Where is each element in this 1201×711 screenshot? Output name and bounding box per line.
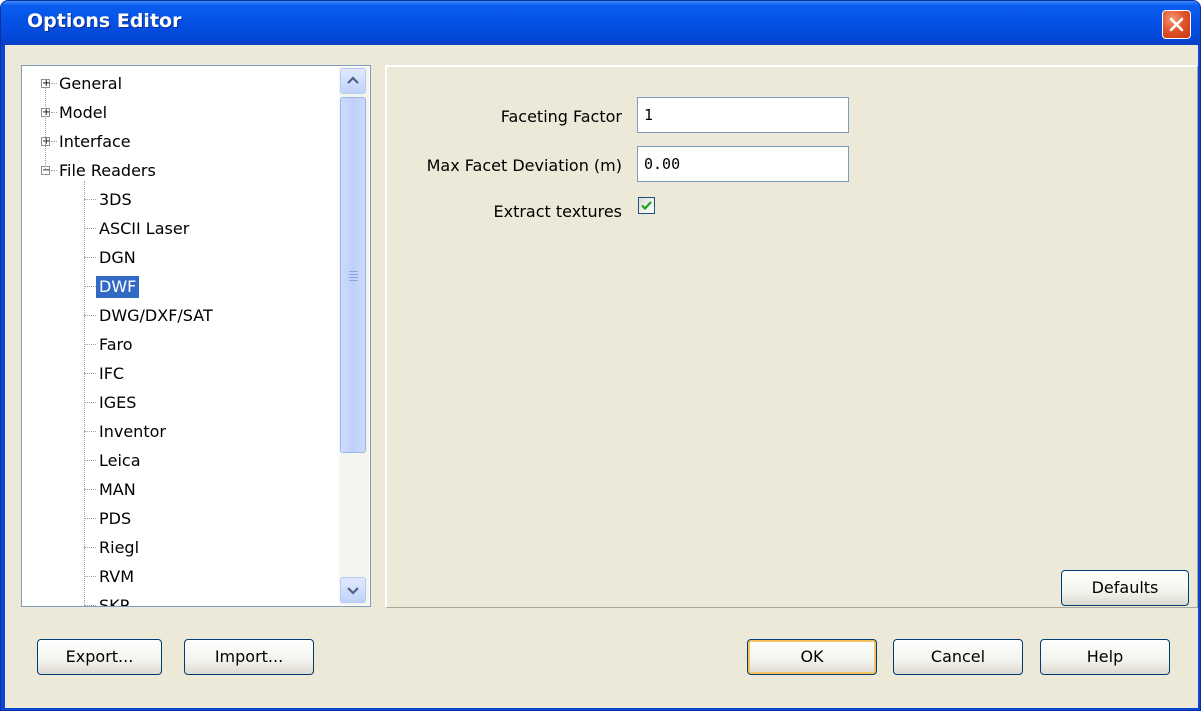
tree-leaf-label: Riegl bbox=[99, 538, 140, 557]
tree-node[interactable]: + General bbox=[41, 72, 125, 96]
tree-leaf-label: DGN bbox=[99, 248, 136, 267]
tree-connector bbox=[84, 257, 96, 258]
faceting-factor-label: Faceting Factor bbox=[500, 107, 622, 126]
scroll-down-button[interactable] bbox=[340, 577, 366, 603]
scroll-grip bbox=[349, 277, 358, 278]
tree-leaf[interactable]: SKP bbox=[84, 594, 132, 607]
tree-leaf[interactable]: 3DS bbox=[84, 188, 135, 212]
export-button[interactable]: Export... bbox=[37, 639, 162, 675]
ok-button[interactable]: OK bbox=[747, 639, 877, 675]
tree-leaf[interactable]: Leica bbox=[84, 449, 144, 473]
scroll-up-button[interactable] bbox=[340, 68, 366, 94]
tree-connector bbox=[84, 518, 96, 519]
tree-connector bbox=[51, 112, 57, 113]
close-icon bbox=[1169, 17, 1184, 32]
tree-connector bbox=[84, 199, 96, 200]
tree-guide-line bbox=[45, 88, 46, 169]
window-title: Options Editor bbox=[27, 10, 182, 32]
tree-leaf-label: RVM bbox=[99, 567, 134, 586]
tree-connector bbox=[84, 373, 96, 374]
expand-icon[interactable]: + bbox=[41, 78, 51, 89]
tree-leaf[interactable]: Inventor bbox=[84, 420, 169, 444]
tree-connector bbox=[51, 83, 57, 84]
checkmark-icon bbox=[641, 201, 652, 211]
tree-guide-line bbox=[84, 181, 85, 606]
tree-leaf-label: Leica bbox=[99, 451, 141, 470]
tree-leaf-label: MAN bbox=[99, 480, 136, 499]
tree-leaf-label: PDS bbox=[99, 509, 132, 528]
tree-node-label: Interface bbox=[59, 132, 131, 151]
tree-node[interactable]: + Model bbox=[41, 101, 110, 125]
scroll-grip bbox=[349, 271, 358, 272]
options-tree[interactable]: + General + Model + Interface − File Readers 3DS… bbox=[21, 65, 371, 607]
tree-connector bbox=[84, 431, 96, 432]
tree-connector bbox=[84, 489, 96, 490]
tree-connector bbox=[51, 141, 57, 142]
tree-leaf-label: IFC bbox=[99, 364, 125, 383]
close-button[interactable] bbox=[1162, 10, 1191, 39]
scroll-grip bbox=[349, 280, 358, 281]
title-bar[interactable]: Options Editor bbox=[1, 1, 1200, 45]
tree-leaf[interactable]: IFC bbox=[84, 362, 127, 386]
tree-node-label: Model bbox=[59, 103, 108, 122]
dialog-client-area: + General + Model + Interface − File Readers 3DS… bbox=[5, 45, 1198, 708]
tree-leaf[interactable]: DWG/DXF/SAT bbox=[84, 304, 216, 328]
cancel-button[interactable]: Cancel bbox=[893, 639, 1023, 675]
chevron-up-icon bbox=[347, 76, 359, 84]
chevron-down-icon bbox=[347, 587, 359, 595]
extract-textures-checkbox[interactable] bbox=[638, 197, 655, 214]
tree-leaf-label: SKP bbox=[99, 596, 130, 607]
import-button[interactable]: Import... bbox=[184, 639, 314, 675]
tree-connector bbox=[84, 228, 96, 229]
settings-panel: Faceting Factor Max Facet Deviation (m) … bbox=[385, 65, 1198, 608]
tree-leaf[interactable]: DWF bbox=[84, 275, 140, 299]
tree-connector bbox=[84, 547, 96, 548]
tree-connector bbox=[51, 170, 57, 171]
tree-connector bbox=[84, 460, 96, 461]
tree-leaf-label: ASCII Laser bbox=[99, 219, 190, 238]
help-button[interactable]: Help bbox=[1040, 639, 1170, 675]
tree-leaf[interactable]: Faro bbox=[84, 333, 136, 357]
tree-node-label: General bbox=[59, 74, 123, 93]
tree-leaf[interactable]: RVM bbox=[84, 565, 137, 589]
options-editor-window: Options Editor + General + Model + Interface −… bbox=[0, 0, 1201, 711]
tree-connector bbox=[84, 402, 96, 403]
max-facet-deviation-input[interactable] bbox=[637, 146, 849, 182]
tree-leaf-label-selected: DWF bbox=[96, 276, 140, 298]
scroll-thumb[interactable] bbox=[340, 97, 366, 453]
tree-connector bbox=[84, 315, 96, 316]
faceting-factor-input[interactable] bbox=[637, 97, 849, 133]
tree-node[interactable]: + Interface bbox=[41, 130, 134, 154]
tree-leaf-label: Inventor bbox=[99, 422, 166, 441]
extract-textures-label: Extract textures bbox=[493, 202, 622, 221]
tree-leaf-label: Faro bbox=[99, 335, 133, 354]
tree-connector bbox=[84, 344, 96, 345]
tree-scrollbar[interactable] bbox=[339, 67, 369, 605]
tree-leaf[interactable]: IGES bbox=[84, 391, 139, 415]
tree-leaf[interactable]: ASCII Laser bbox=[84, 217, 192, 241]
tree-leaf-label: IGES bbox=[99, 393, 137, 412]
tree-node[interactable]: − File Readers bbox=[41, 159, 159, 183]
tree-leaf[interactable]: DGN bbox=[84, 246, 139, 270]
tree-leaf[interactable]: Riegl bbox=[84, 536, 142, 560]
tree-leaf[interactable]: PDS bbox=[84, 507, 134, 531]
tree-connector bbox=[84, 605, 96, 606]
defaults-button[interactable]: Defaults bbox=[1061, 570, 1189, 606]
expander-glyph: + bbox=[42, 78, 51, 89]
tree-leaf-label: 3DS bbox=[99, 190, 132, 209]
tree-leaf-label: DWG/DXF/SAT bbox=[99, 306, 213, 325]
tree-leaf[interactable]: MAN bbox=[84, 478, 139, 502]
max-facet-deviation-label: Max Facet Deviation (m) bbox=[426, 156, 622, 175]
tree-connector bbox=[84, 286, 96, 287]
scroll-grip bbox=[349, 274, 358, 275]
tree-node-label: File Readers bbox=[59, 161, 156, 180]
tree-connector bbox=[84, 576, 96, 577]
